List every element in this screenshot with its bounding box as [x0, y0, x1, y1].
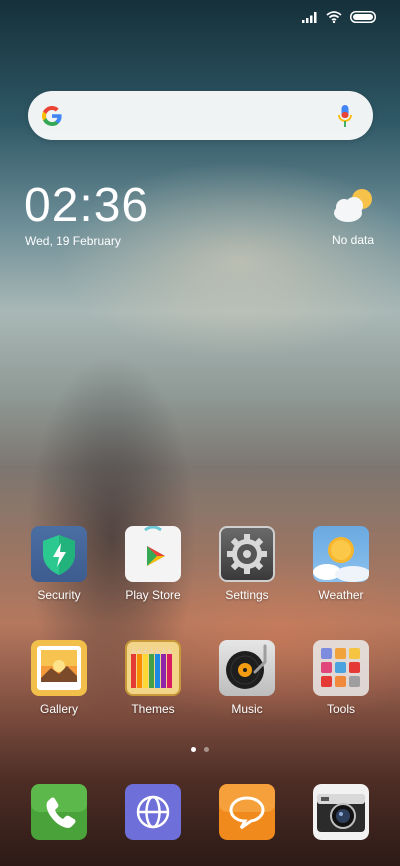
- security-shield-icon: [31, 526, 87, 582]
- app-security[interactable]: Security: [19, 526, 99, 602]
- page-dot: [204, 747, 209, 752]
- clock-time[interactable]: 02:36: [24, 180, 149, 232]
- gallery-icon: [31, 640, 87, 696]
- page-indicator: [0, 747, 400, 752]
- dock-browser[interactable]: [125, 784, 181, 840]
- status-bar: [0, 0, 400, 36]
- wifi-icon: [326, 11, 342, 23]
- google-logo-icon: [41, 106, 62, 127]
- browser-globe-icon: [125, 784, 181, 840]
- app-themes[interactable]: Themes: [113, 640, 193, 716]
- app-play-store[interactable]: Play Store: [113, 525, 193, 602]
- phone-icon: [31, 784, 87, 840]
- dock-phone[interactable]: [31, 784, 87, 840]
- settings-gear-icon: [219, 526, 275, 582]
- weather-sun-icon: [313, 526, 369, 582]
- tools-folder-icon: [313, 640, 369, 696]
- messaging-icon: [219, 784, 275, 840]
- google-search-bar[interactable]: [28, 91, 373, 140]
- weather-status: No data: [331, 233, 374, 247]
- dock-messaging[interactable]: [219, 784, 275, 840]
- app-gallery[interactable]: Gallery: [19, 640, 99, 716]
- camera-icon: [313, 784, 369, 840]
- app-label: Play Store: [125, 588, 181, 602]
- cloud-sun-icon[interactable]: [330, 185, 376, 225]
- dock-camera[interactable]: [313, 784, 369, 840]
- app-label: Weather: [318, 588, 364, 602]
- themes-pencils-icon: [125, 640, 181, 696]
- app-settings[interactable]: Settings: [207, 526, 287, 602]
- app-label: Themes: [131, 702, 175, 716]
- music-turntable-icon: [219, 640, 275, 696]
- app-label: Security: [37, 588, 81, 602]
- mic-icon[interactable]: [337, 104, 353, 128]
- app-label: Music: [231, 702, 263, 716]
- battery-icon: [350, 11, 376, 23]
- app-label: Tools: [326, 702, 355, 716]
- page-dot-active: [191, 747, 196, 752]
- play-store-icon: [125, 525, 181, 582]
- app-tools[interactable]: Tools: [301, 640, 381, 716]
- app-weather[interactable]: Weather: [301, 526, 381, 602]
- signal-icon: [302, 11, 317, 23]
- clock-date: Wed, 19 February: [25, 234, 121, 248]
- app-label: Settings: [225, 588, 269, 602]
- app-music[interactable]: Music: [207, 640, 287, 716]
- app-label: Gallery: [39, 702, 78, 716]
